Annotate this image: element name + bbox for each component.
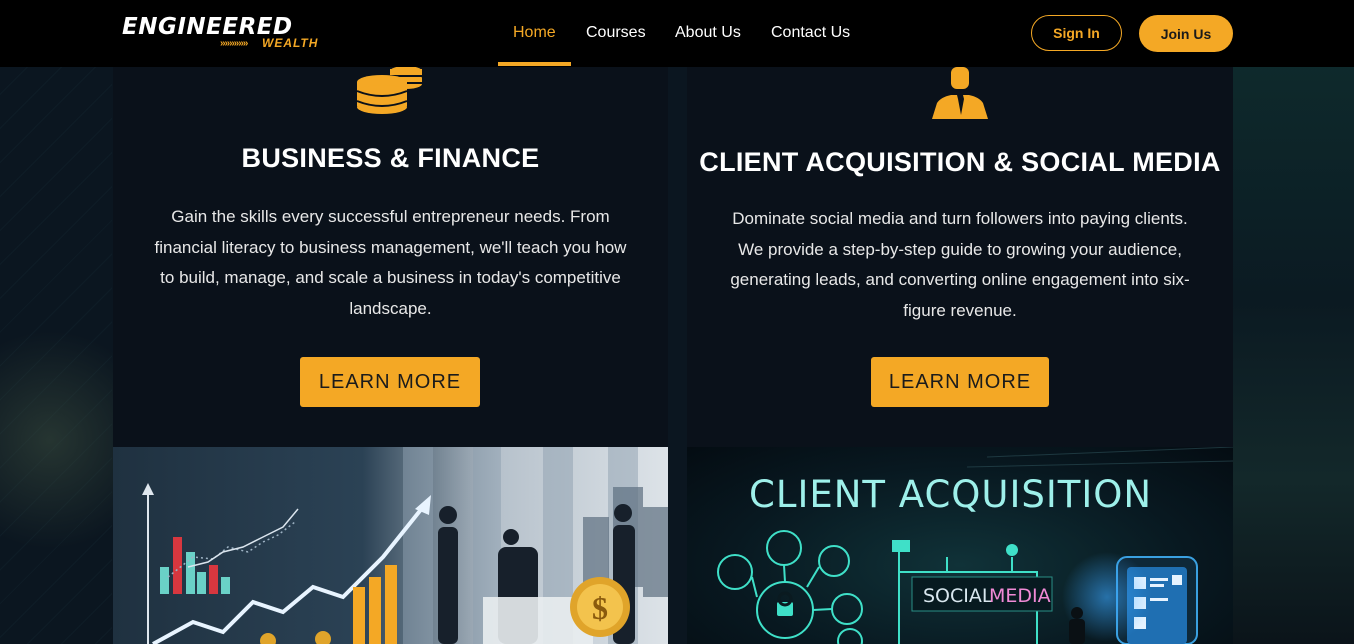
learn-more-button[interactable]: LEARN MORE — [871, 357, 1049, 407]
desc-line: to build, manage, and scale a business i… — [160, 268, 621, 287]
site-header: ENGINEERED »»»»»» WEALTH Home Courses Ab… — [0, 0, 1354, 67]
nav-courses[interactable]: Courses — [586, 24, 646, 42]
nav-active-underline — [498, 62, 571, 66]
sign-in-button[interactable]: Sign In — [1031, 15, 1122, 51]
desc-line: figure revenue. — [903, 300, 1017, 320]
card-description: Gain the skills every successful entrepr… — [113, 202, 668, 324]
logo-sub-text: WEALTH — [262, 36, 319, 50]
card-title: CLIENT ACQUISITION & SOCIAL MEDIA — [699, 147, 1221, 177]
finance-illustration: $ — [142, 447, 668, 644]
business-finance-card: BUSINESS & FINANCE Gain the skills every… — [113, 67, 668, 447]
join-us-button[interactable]: Join Us — [1139, 15, 1233, 52]
nav-contact-us[interactable]: Contact Us — [771, 24, 850, 42]
social-media-illustration: CLIENT ACQUISITION SOCIAL MEDIA — [717, 447, 1233, 644]
logo-arrows: »»»»»» — [220, 38, 248, 49]
logo[interactable]: ENGINEERED »»»»»» WEALTH — [122, 14, 317, 54]
client-acquisition-card: CLIENT ACQUISITION & SOCIAL MEDIA Domina… — [687, 67, 1233, 447]
desc-line: Gain the skills every successful entrepr… — [171, 207, 610, 226]
coins-stack-icon — [356, 67, 422, 114]
social-label: SOCIAL — [923, 585, 993, 607]
card-title: BUSINESS & FINANCE — [241, 143, 540, 173]
businessman-icon — [932, 67, 988, 119]
desc-line: landscape. — [349, 298, 432, 318]
nav-home[interactable]: Home — [513, 24, 556, 42]
card-description: Dominate social media and turn followers… — [687, 204, 1233, 326]
media-label: MEDIA — [989, 585, 1051, 607]
business-finance-image: $ — [113, 447, 668, 644]
desc-line: generating leads, and converting online … — [730, 270, 1190, 289]
nav-about-us[interactable]: About Us — [675, 24, 741, 42]
desc-line: Dominate social media and turn followers… — [732, 209, 1188, 228]
image-heading: CLIENT ACQUISITION — [749, 473, 1152, 516]
desc-line: We provide a step-by-step guide to growi… — [738, 239, 1182, 259]
coin-dollar-symbol: $ — [592, 590, 608, 626]
desc-line: financial literacy to business managemen… — [154, 237, 627, 257]
client-acquisition-image: CLIENT ACQUISITION SOCIAL MEDIA — [687, 447, 1233, 644]
learn-more-button[interactable]: LEARN MORE — [300, 357, 480, 407]
